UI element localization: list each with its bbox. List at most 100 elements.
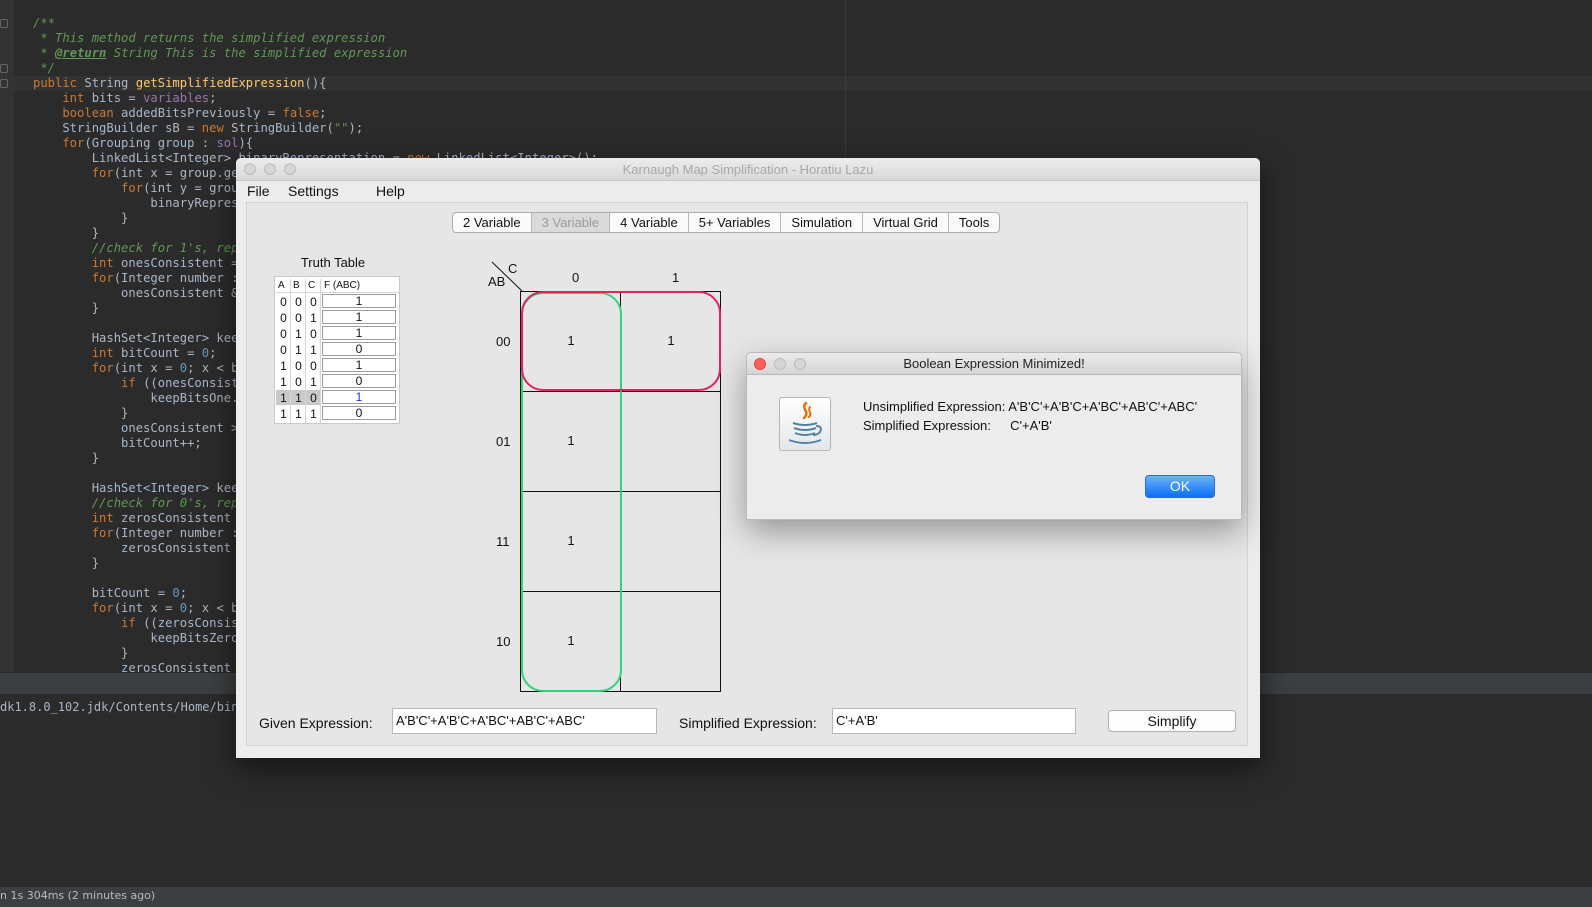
- code-token: addedBitsPreviously =: [113, 106, 283, 120]
- truth-table-output-field[interactable]: 1: [322, 326, 396, 340]
- kmap-cell[interactable]: 1: [521, 492, 621, 592]
- kmap-cell-value: 1: [567, 433, 575, 448]
- code-token: variables: [143, 91, 210, 105]
- code-token: getSimplifiedExpression: [135, 76, 305, 90]
- code-token: bitCount++;: [33, 436, 202, 450]
- truth-table-header-c: C: [308, 280, 316, 291]
- code-token: onesConsistent &=: [33, 286, 246, 300]
- code-token: }: [33, 646, 129, 660]
- kmap-cell[interactable]: 1: [621, 292, 721, 392]
- truth-table-output-field[interactable]: 1: [322, 358, 396, 372]
- truth-table-input-bit: 1: [280, 407, 287, 421]
- truth-table-divider: [276, 292, 399, 293]
- truth-table-output-field[interactable]: 0: [322, 374, 396, 388]
- truth-table-output-field[interactable]: 1: [322, 310, 396, 324]
- code-token: binaryReprese: [33, 196, 246, 210]
- window-titlebar[interactable]: Karnaugh Map Simplification - Horatiu La…: [236, 158, 1260, 181]
- kmap-cell[interactable]: 1: [521, 292, 621, 392]
- code-token: for: [33, 271, 114, 285]
- code-token: "": [333, 121, 349, 135]
- code-token: bitCount =: [33, 586, 173, 600]
- code-token: ;: [319, 106, 327, 120]
- code-token: ;: [179, 586, 188, 600]
- menu-settings[interactable]: Settings: [288, 183, 339, 199]
- kmap-row-variable: AB: [488, 274, 506, 289]
- code-token: zerosConsistent =: [113, 511, 246, 525]
- code-line: * @return String This is the simplified …: [33, 46, 598, 61]
- dialog-unsimplified-line: Unsimplified Expression: A'B'C'+A'B'C+A'…: [863, 399, 1197, 414]
- menu-file[interactable]: File: [247, 183, 270, 199]
- truth-table-divider: [290, 279, 291, 423]
- tab-simulation[interactable]: Simulation: [781, 213, 864, 232]
- tab-2-variable[interactable]: 2 Variable: [453, 213, 532, 232]
- kmap-cell[interactable]: [621, 492, 721, 592]
- tab-virtual-grid[interactable]: Virtual Grid: [863, 213, 949, 232]
- code-token: 0: [179, 601, 188, 615]
- code-line: * This method returns the simplified exp…: [33, 31, 598, 46]
- dialog-title: Boolean Expression Minimized!: [903, 356, 1085, 371]
- truth-table-input-bit: 0: [295, 375, 302, 389]
- code-token: ((zerosConsist: [135, 616, 246, 630]
- tab-3-variable[interactable]: 3 Variable: [531, 213, 611, 232]
- given-expression-input[interactable]: A'B'C'+A'B'C+A'BC'+AB'C'+ABC': [392, 708, 657, 734]
- truth-table-divider: [320, 279, 321, 423]
- truth-table-output-field[interactable]: 1: [322, 390, 396, 404]
- dialog-simplified-label: Simplified Expression:: [863, 418, 991, 433]
- kmap-grid: 1 1 1 1 1: [520, 291, 721, 692]
- fold-marker-icon[interactable]: [0, 79, 8, 88]
- code-token: onesConsistent >>: [33, 421, 246, 435]
- fold-marker-icon[interactable]: [0, 19, 8, 28]
- code-token: StringBuilder(: [223, 121, 334, 135]
- code-token: onesConsistent =: [113, 256, 239, 270]
- code-token: bits =: [84, 91, 144, 105]
- truth-table-output-field[interactable]: 0: [322, 342, 396, 356]
- code-token: ;: [209, 346, 217, 360]
- code-token: ){: [238, 136, 254, 150]
- menu-help[interactable]: Help: [376, 183, 405, 199]
- code-token: HashSet<Integer> keep: [33, 331, 246, 345]
- kmap-cell-value: 1: [667, 333, 675, 348]
- code-token: keepBitsZero.: [33, 631, 246, 645]
- code-line: boolean addedBitsPreviously = false;: [33, 106, 598, 121]
- tab-tools[interactable]: Tools: [949, 213, 999, 232]
- code-token: }: [33, 451, 100, 465]
- truth-table-divider: [305, 279, 306, 423]
- code-line: int bits = variables;: [33, 91, 598, 106]
- truth-table-output-field[interactable]: 0: [322, 406, 396, 420]
- code-token: for: [33, 136, 85, 150]
- fold-marker-icon[interactable]: [0, 64, 8, 73]
- kmap-cell[interactable]: [621, 392, 721, 492]
- code-line: */: [33, 61, 598, 76]
- truth-table-input-bit: 1: [295, 391, 302, 405]
- tab-5-plus-variables[interactable]: 5+ Variables: [689, 213, 782, 232]
- truth-table-input-bit: 1: [280, 375, 287, 389]
- code-token: for: [33, 601, 114, 615]
- menu-bar: File Settings Help: [236, 181, 1260, 202]
- code-token: (int x = group.get: [113, 166, 246, 180]
- kmap-cell-value: 1: [567, 633, 575, 648]
- kmap-cell[interactable]: 1: [521, 592, 621, 692]
- given-expression-label: Given Expression:: [259, 715, 373, 731]
- truth-table-input-bit: 0: [295, 311, 302, 325]
- kmap-cell[interactable]: [621, 592, 721, 692]
- truth-table-input-bit: 1: [295, 407, 302, 421]
- code-line: StringBuilder sB = new StringBuilder("")…: [33, 121, 598, 136]
- dialog-unsimplified-value: A'B'C'+A'B'C+A'BC'+AB'C'+ABC': [1008, 399, 1198, 414]
- ok-button[interactable]: OK: [1145, 475, 1215, 498]
- tab-4-variable[interactable]: 4 Variable: [610, 213, 689, 232]
- simplify-button[interactable]: Simplify: [1108, 710, 1236, 732]
- code-token: new: [201, 121, 224, 135]
- truth-table-title: Truth Table: [300, 255, 366, 270]
- code-token: keepBitsOne.a: [33, 391, 246, 405]
- kmap-row-label: 11: [496, 534, 510, 549]
- kmap-cell[interactable]: 1: [521, 392, 621, 492]
- truth-table-input-bit: 0: [280, 343, 287, 357]
- simplified-expression-field[interactable]: C'+A'B': [832, 708, 1076, 734]
- code-token: int: [33, 91, 85, 105]
- dialog-titlebar[interactable]: Boolean Expression Minimized!: [747, 353, 1241, 375]
- code-token: (int x =: [113, 361, 180, 375]
- code-token: String: [77, 76, 136, 90]
- code-token: (Integer number :: [113, 271, 239, 285]
- truth-table-output-field[interactable]: 1: [322, 294, 396, 308]
- truth-table-input-bit: 0: [295, 295, 302, 309]
